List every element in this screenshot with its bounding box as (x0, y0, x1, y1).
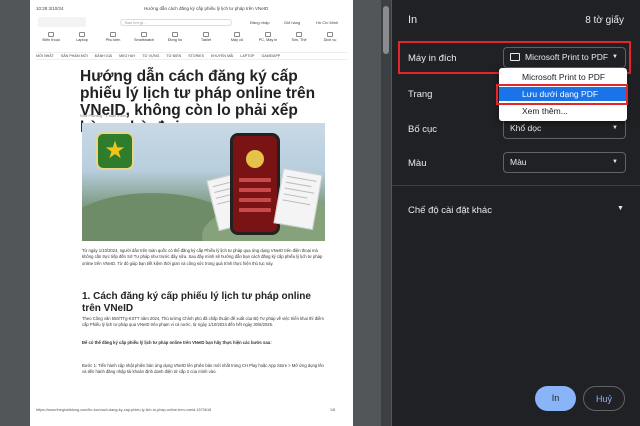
page-footer-url: https://www.thegioididong.com/tin-tuc/ca… (36, 408, 212, 412)
print-preview-area: 10:28 3/10/24 Hướng dẫn cách đăng ký cấp… (0, 0, 392, 426)
article-paragraph: Theo Công văn 550/TTg-KSTT năm 2024, Thủ… (82, 316, 324, 328)
menu-item: GAME/APP (261, 54, 281, 58)
category-item: Sim, Thẻ (284, 32, 314, 42)
site-header: Bạn tìm gì... Đăng nhập Giỏ hàng Hồ Chí … (36, 17, 348, 31)
color-select[interactable]: Màu ▼ (503, 152, 626, 173)
headphone-icon (110, 32, 116, 37)
site-link-location: Hồ Chí Minh (316, 20, 339, 25)
layout-label: Bố cục (408, 124, 438, 135)
layout-value: Khổ dọc (510, 123, 542, 133)
page-header-date: 10:28 3/10/24 (36, 6, 64, 11)
print-button[interactable]: In (535, 386, 576, 411)
menu-item: ĐÁNH GIÁ (94, 54, 113, 58)
sheet-count: 8 tờ giấy (585, 15, 624, 26)
sim-icon (296, 32, 302, 37)
category-item: Dịch vụ (315, 32, 345, 42)
category-item: Tablet (191, 32, 221, 42)
article-hero-image: ★ (82, 123, 325, 241)
menu-item: STORIES (188, 54, 204, 58)
site-search-input: Bạn tìm gì... (120, 19, 232, 26)
article-paragraph: Bước 1: Tiến hành cập nhật phiên bản ứng… (82, 363, 324, 375)
printer-icon (265, 32, 271, 37)
preview-scroll-thumb[interactable] (383, 6, 389, 54)
category-item: Laptop (67, 32, 97, 42)
chevron-down-icon: ▼ (612, 125, 618, 131)
site-link-login: Đăng nhập (250, 20, 270, 25)
menu-item: SẢN PHẨM MỚI (60, 54, 88, 58)
menu-item: TỪ ĐIỂN (166, 54, 182, 58)
service-icon (327, 32, 333, 37)
chevron-down-icon: ▼ (612, 159, 618, 165)
dropdown-option-see-more[interactable]: Xem thêm... (499, 104, 627, 118)
page-footer-number: 1/8 (330, 408, 336, 412)
site-link-cart: Giỏ hàng (284, 20, 301, 25)
article-paragraph: Để có thể đăng ký cấp phiếu lý lịch tư p… (82, 340, 272, 345)
laptop-icon (79, 32, 85, 37)
article-heading: 1. Cách đăng ký cấp phiếu lý lịch tư phá… (82, 291, 311, 314)
menu-item: MẸO HAY (119, 54, 136, 58)
tablet-icon (203, 32, 209, 37)
menu-item: TỪ VỰNG (142, 54, 160, 58)
phone-image (230, 133, 280, 235)
category-item: Smartwatch (129, 32, 159, 42)
article-menu: MỚI NHẤT SẢN PHẨM MỚI ĐÁNH GIÁ MẸO HAY T… (36, 52, 348, 60)
category-item: Đồng hồ (160, 32, 190, 42)
article-paragraph: Từ ngày 1/10/2024, người dân trên toàn q… (82, 248, 323, 266)
watch-icon (141, 32, 147, 37)
site-logo (38, 17, 86, 27)
page-header-title: Hướng dẫn cách đăng ký cấp phiếu lý lịch… (144, 6, 269, 11)
layout-select[interactable]: Khổ dọc ▼ (503, 118, 626, 139)
police-emblem-icon: ★ (96, 132, 134, 170)
used-device-icon (234, 32, 240, 37)
category-item: Máy cũ (222, 32, 252, 42)
menu-item: KHUYẾN MÃI (210, 54, 234, 58)
dropdown-option-print-to-pdf[interactable]: Microsoft Print to PDF (499, 70, 627, 84)
cancel-button[interactable]: Huỷ (583, 386, 625, 411)
color-label: Màu (408, 158, 427, 169)
preview-scrollbar[interactable] (381, 0, 391, 426)
menu-item: MỚI NHẤT (36, 54, 54, 58)
color-value: Màu (510, 157, 527, 167)
category-item: Phụ kiện (98, 32, 128, 42)
more-settings-label[interactable]: Chế độ cài đặt khác (408, 205, 492, 216)
settings-divider (392, 185, 640, 186)
chevron-down-icon[interactable]: ▼ (617, 205, 624, 212)
preview-page: 10:28 3/10/24 Hướng dẫn cách đăng ký cấp… (30, 0, 353, 426)
article-byline: Như Phương · 1 tuần trước (80, 114, 127, 118)
category-row: Điện thoại Laptop Phụ kiện Smartwatch Đồ… (36, 32, 348, 48)
phone-icon (48, 32, 54, 37)
menu-item: LAPTOP (240, 54, 255, 58)
category-item: Điện thoại (36, 32, 66, 42)
save-as-pdf-highlight (496, 84, 628, 105)
dialog-title: In (408, 14, 418, 26)
clock-icon (172, 32, 178, 37)
pages-label: Trang (408, 89, 433, 100)
category-item: PC, Máy in (253, 32, 283, 42)
